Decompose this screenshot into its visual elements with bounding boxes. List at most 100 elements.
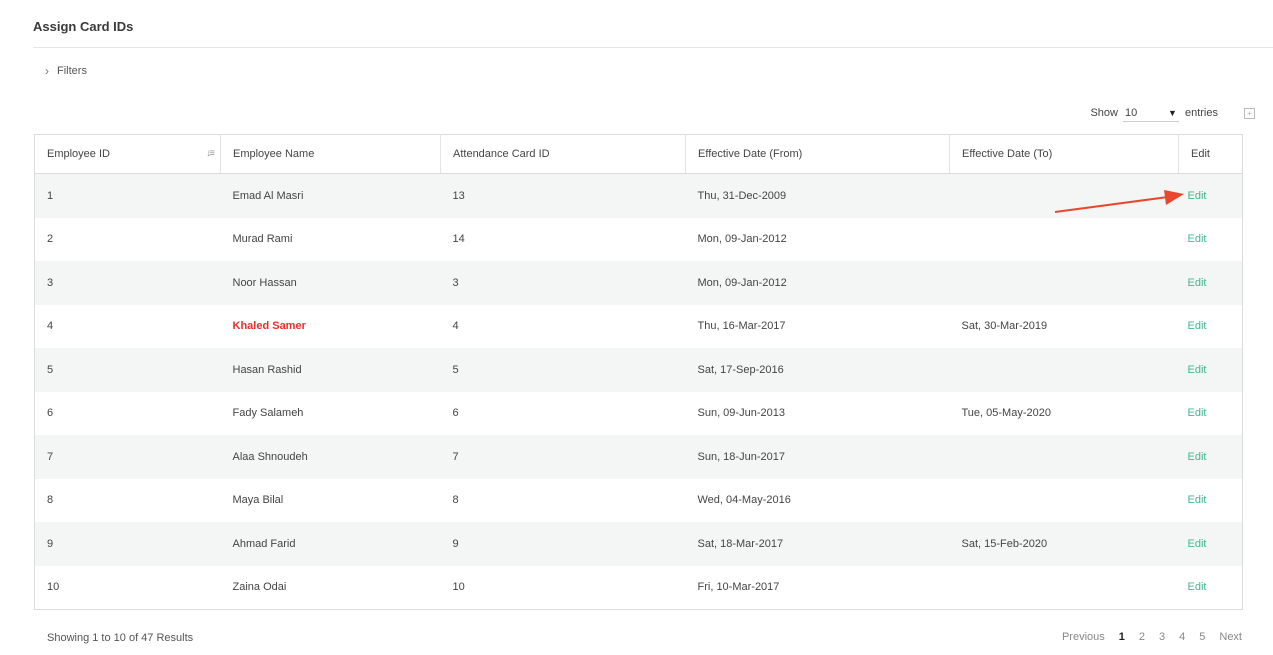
cell-employee-name: Maya Bilal bbox=[232, 494, 284, 507]
show-label: Show bbox=[1090, 107, 1118, 119]
cell-employee-name: Murad Rami bbox=[232, 233, 293, 246]
table-row: 2 Murad Rami 14 Mon, 09-Jan-2012 Edit bbox=[35, 218, 1243, 262]
column-header-edit: Edit bbox=[1178, 134, 1243, 174]
cell-card-id: 4 bbox=[452, 320, 459, 333]
pagination-page-2[interactable]: 2 bbox=[1139, 631, 1145, 643]
cell-employee-name: Zaina Odai bbox=[232, 581, 287, 594]
column-header-employee-name[interactable]: Employee Name bbox=[220, 134, 441, 174]
table-header-row: Employee ID ↓≡ Employee Name Attendance … bbox=[34, 134, 1243, 174]
cell-effective-from: Mon, 09-Jan-2012 bbox=[697, 233, 787, 246]
column-header-effective-from[interactable]: Effective Date (From) bbox=[685, 134, 950, 174]
pagination-page-5[interactable]: 5 bbox=[1199, 631, 1205, 643]
cell-card-id: 8 bbox=[452, 494, 459, 507]
edit-link[interactable]: Edit bbox=[1179, 305, 1243, 349]
cell-employee-name: Fady Salameh bbox=[232, 407, 304, 420]
cell-effective-from: Thu, 31-Dec-2009 bbox=[685, 173, 950, 218]
edit-link[interactable]: Edit bbox=[1178, 348, 1243, 392]
cell-effective-to bbox=[950, 218, 1179, 262]
results-info: Showing 1 to 10 of 47 Results bbox=[47, 632, 194, 644]
cell-effective-to: Sat, 15-Feb-2020 bbox=[949, 522, 1179, 566]
cell-employee-name: Noor Hassan bbox=[220, 261, 441, 305]
cell-effective-to: Sat, 30-Mar-2019 bbox=[961, 320, 1048, 333]
table-row: 8 Maya Bilal 8 Wed, 04-May-2016 Edit bbox=[35, 479, 1243, 523]
entries-label: entries bbox=[1184, 107, 1218, 119]
cell-effective-from: Fri, 10-Mar-2017 bbox=[697, 581, 780, 594]
table-row: 9 Ahmad Farid 9 Sat, 18-Mar-2017 Sat, 15… bbox=[34, 522, 1243, 566]
cell-card-id: 7 bbox=[440, 435, 686, 479]
cell-employee-id: 9 bbox=[34, 522, 221, 566]
cell-effective-to bbox=[949, 261, 1179, 305]
cell-card-id: 14 bbox=[452, 233, 465, 246]
edit-link[interactable]: Edit bbox=[1179, 566, 1243, 610]
edit-link[interactable]: Edit bbox=[1178, 522, 1243, 566]
cell-effective-from: Wed, 04-May-2016 bbox=[697, 494, 791, 507]
chevron-right-icon: › bbox=[45, 64, 49, 78]
cell-effective-from: Sat, 17-Sep-2016 bbox=[685, 348, 950, 392]
table-row: 1 Emad Al Masri 13 Thu, 31-Dec-2009 Edit bbox=[34, 173, 1243, 218]
length-menu: Show 10 ▼ entries + bbox=[1090, 104, 1255, 122]
cell-card-id: 13 bbox=[440, 173, 686, 218]
cell-card-id: 6 bbox=[452, 407, 459, 420]
cell-employee-id: 3 bbox=[34, 261, 221, 305]
cell-effective-from: Mon, 09-Jan-2012 bbox=[685, 261, 950, 305]
table-row: 10 Zaina Odai 10 Fri, 10-Mar-2017 Edit bbox=[35, 566, 1243, 610]
cell-card-id: 10 bbox=[452, 581, 465, 594]
cell-employee-name: Ahmad Farid bbox=[220, 522, 441, 566]
pagination-next[interactable]: Next bbox=[1219, 631, 1242, 643]
table-row: 6 Fady Salameh 6 Sun, 09-Jun-2013 Tue, 0… bbox=[35, 392, 1243, 436]
sort-icon[interactable]: ↓≡ bbox=[206, 148, 215, 159]
cell-card-id: 5 bbox=[440, 348, 686, 392]
cell-effective-to bbox=[950, 479, 1179, 523]
table-row: 4 Khaled Samer 4 Thu, 16-Mar-2017 Sat, 3… bbox=[35, 305, 1243, 349]
cell-employee-id: 10 bbox=[47, 581, 60, 594]
expand-icon[interactable]: + bbox=[1244, 107, 1255, 119]
cell-employee-name: Hasan Rashid bbox=[220, 348, 441, 392]
pagination-page-4[interactable]: 4 bbox=[1179, 631, 1185, 643]
cell-employee-id: 6 bbox=[47, 407, 54, 420]
column-header-employee-id[interactable]: Employee ID ↓≡ bbox=[34, 134, 221, 174]
table-row: 7 Alaa Shnoudeh 7 Sun, 18-Jun-2017 Edit bbox=[34, 435, 1243, 479]
cell-card-id: 3 bbox=[440, 261, 686, 305]
cell-effective-from: Sun, 09-Jun-2013 bbox=[697, 407, 785, 420]
cell-employee-name: Alaa Shnoudeh bbox=[220, 435, 441, 479]
column-header-label: Edit bbox=[1191, 148, 1210, 160]
filters-toggle[interactable]: › Filters bbox=[45, 64, 87, 78]
cell-employee-id: 2 bbox=[47, 233, 54, 246]
pagination-page-3[interactable]: 3 bbox=[1159, 631, 1165, 643]
cell-employee-name-highlighted: Khaled Samer bbox=[232, 320, 306, 333]
cell-effective-to bbox=[950, 566, 1179, 610]
pagination: Previous 1 2 3 4 5 Next bbox=[1062, 631, 1242, 643]
edit-link[interactable]: Edit bbox=[1179, 479, 1243, 523]
column-header-label: Effective Date (From) bbox=[698, 148, 803, 160]
entries-select-value: 10 bbox=[1124, 106, 1138, 119]
cell-effective-to bbox=[949, 435, 1179, 479]
column-header-label: Effective Date (To) bbox=[962, 148, 1053, 160]
edit-link[interactable]: Edit bbox=[1179, 218, 1243, 262]
table-row: 5 Hasan Rashid 5 Sat, 17-Sep-2016 Edit bbox=[34, 348, 1243, 392]
cell-employee-id: 4 bbox=[47, 320, 54, 333]
pagination-previous[interactable]: Previous bbox=[1062, 631, 1105, 643]
cell-employee-id: 5 bbox=[34, 348, 221, 392]
column-header-label: Employee ID bbox=[47, 148, 110, 160]
filters-label: Filters bbox=[57, 65, 87, 77]
cell-employee-name: Emad Al Masri bbox=[220, 173, 441, 218]
cell-employee-id: 8 bbox=[47, 494, 54, 507]
card-ids-table: Employee ID ↓≡ Employee Name Attendance … bbox=[34, 134, 1243, 610]
cell-effective-from: Sun, 18-Jun-2017 bbox=[685, 435, 950, 479]
pagination-page-1[interactable]: 1 bbox=[1119, 631, 1125, 643]
column-header-effective-to[interactable]: Effective Date (To) bbox=[949, 134, 1179, 174]
cell-card-id: 9 bbox=[440, 522, 686, 566]
entries-select[interactable]: 10 ▼ bbox=[1122, 104, 1179, 122]
edit-link[interactable]: Edit bbox=[1179, 392, 1243, 436]
column-header-attendance-card-id[interactable]: Attendance Card ID bbox=[440, 134, 686, 174]
edit-link[interactable]: Edit bbox=[1178, 261, 1243, 305]
cell-employee-id: 7 bbox=[34, 435, 221, 479]
cell-effective-to: Tue, 05-May-2020 bbox=[961, 407, 1051, 420]
cell-effective-from: Thu, 16-Mar-2017 bbox=[697, 320, 786, 333]
cell-effective-to bbox=[949, 173, 1179, 218]
edit-link[interactable]: Edit bbox=[1178, 435, 1243, 479]
cell-effective-from: Sat, 18-Mar-2017 bbox=[685, 522, 950, 566]
title-divider bbox=[33, 47, 1273, 48]
edit-link[interactable]: Edit bbox=[1178, 173, 1243, 218]
cell-effective-to bbox=[949, 348, 1179, 392]
